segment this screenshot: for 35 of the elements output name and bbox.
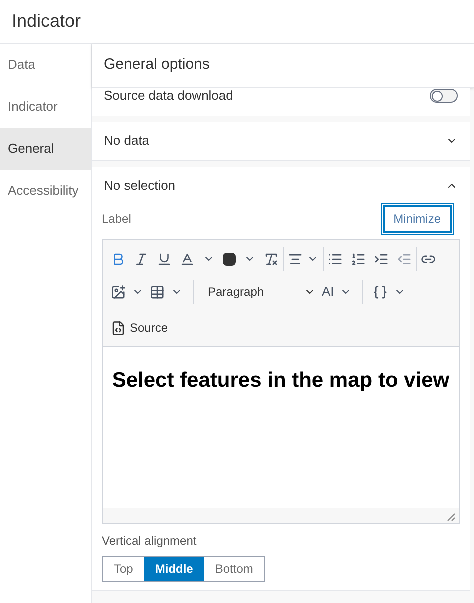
ai-dropdown[interactable]: AI (322, 282, 334, 302)
toggle-switch[interactable] (430, 89, 458, 103)
image-icon[interactable] (111, 284, 126, 300)
editor-text[interactable]: Select features in the map to view (112, 369, 450, 392)
source-code-icon (111, 320, 126, 336)
panel-title: General options (104, 55, 210, 76)
section-header[interactable]: No data (92, 122, 470, 160)
minimize-button[interactable]: Minimize (382, 205, 452, 233)
sidebar-tab[interactable]: Accessibility (0, 170, 91, 212)
underline-icon[interactable] (157, 252, 172, 266)
font-color-icon[interactable] (180, 252, 195, 266)
setting-label: Source data download (104, 88, 234, 104)
indent-icon[interactable] (374, 252, 389, 266)
bold-icon[interactable] (111, 252, 126, 266)
source-button[interactable]: Source (111, 319, 168, 337)
italic-icon[interactable] (134, 252, 149, 266)
bullet-list-icon[interactable] (328, 252, 343, 266)
field-label: Vertical alignment (102, 533, 198, 550)
section-header[interactable]: No selection (92, 167, 470, 205)
clear-format-icon[interactable] (264, 252, 279, 266)
sidebar-tab[interactable]: Data (0, 44, 91, 86)
numbered-list-icon[interactable] (351, 252, 366, 266)
highlight-icon[interactable] (223, 252, 236, 266)
field-label: Label (102, 211, 132, 228)
sidebar-tab[interactable]: General (0, 128, 91, 170)
segment-option[interactable]: Middle (144, 557, 204, 581)
align-icon[interactable] (288, 252, 303, 266)
resize-handle-icon[interactable] (447, 513, 455, 521)
sidebar-tab[interactable]: Indicator (0, 86, 91, 128)
table-icon[interactable] (150, 284, 165, 300)
segment-option[interactable]: Top (103, 557, 144, 581)
window-title: Indicator (12, 10, 82, 33)
braces-icon[interactable] (373, 284, 388, 300)
format-dropdown[interactable]: Paragraph (204, 283, 316, 301)
segment-option[interactable]: Bottom (204, 557, 264, 581)
